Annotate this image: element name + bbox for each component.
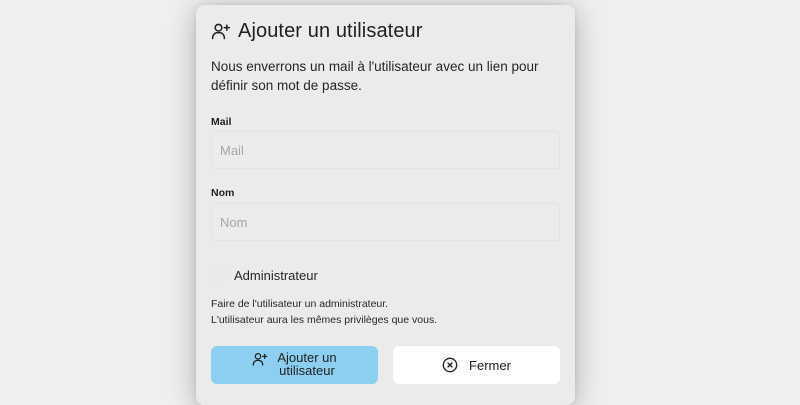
user-plus-icon <box>211 21 231 41</box>
dialog-title: Ajouter un utilisateur <box>238 19 423 42</box>
add-user-button-label: Ajouter un utilisateur <box>277 350 337 378</box>
mail-label: Mail <box>211 116 232 128</box>
name-label: Nom <box>211 187 235 199</box>
close-button[interactable]: Fermer <box>393 346 560 384</box>
user-plus-icon <box>252 351 268 367</box>
admin-checkbox[interactable] <box>211 267 225 281</box>
mail-input[interactable] <box>211 131 560 169</box>
admin-help-line-2: L'utilisateur aura les mêmes privilèges … <box>211 313 438 326</box>
admin-help-text: Faire de l'utilisateur un administrateur… <box>211 297 437 328</box>
circle-x-icon <box>442 357 458 373</box>
add-user-dialog: Ajouter un utilisateur Nous enverrons un… <box>196 5 575 405</box>
close-button-label: Fermer <box>469 357 511 373</box>
dialog-header: Ajouter un utilisateur <box>211 19 423 43</box>
add-user-button[interactable]: Ajouter un utilisateur <box>211 346 378 384</box>
admin-help-line-1: Faire de l'utilisateur un administrateur… <box>211 298 389 310</box>
dialog-description: Nous enverrons un mail à l'utilisateur a… <box>211 59 539 93</box>
name-input[interactable] <box>211 203 560 241</box>
admin-checkbox-label[interactable]: Administrateur <box>234 268 318 283</box>
